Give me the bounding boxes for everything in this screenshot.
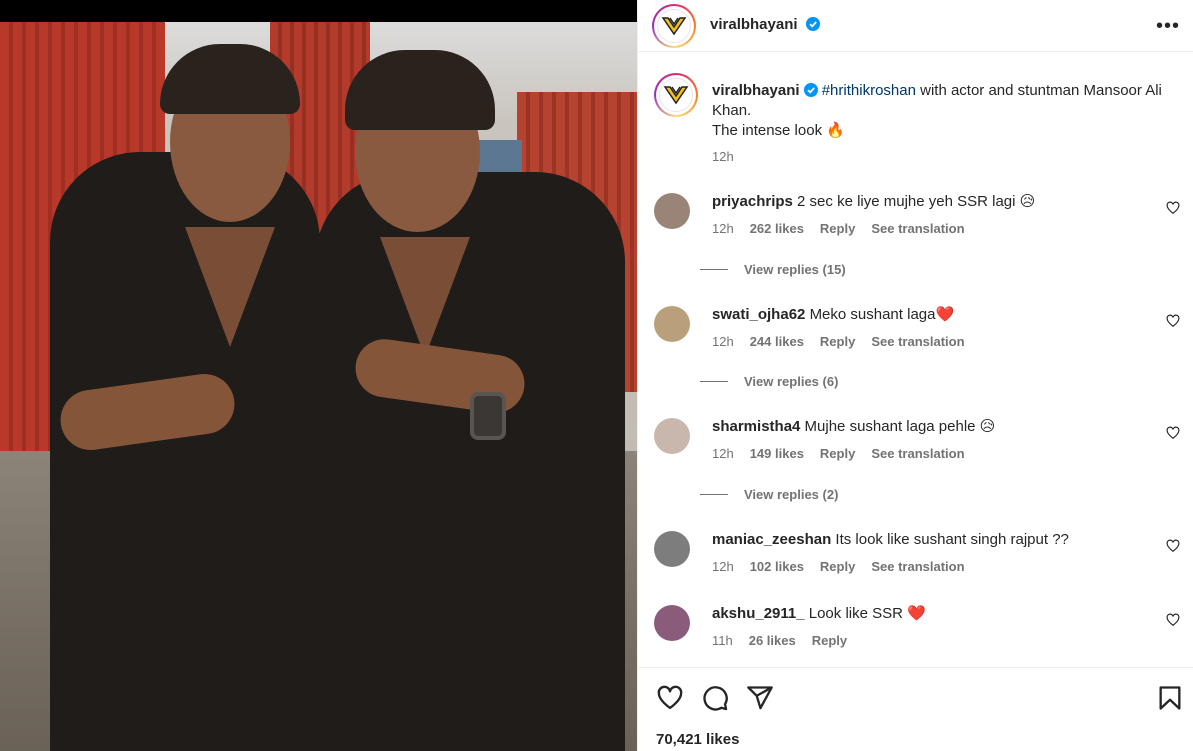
commenter-avatar[interactable] bbox=[654, 306, 690, 342]
replies-divider bbox=[700, 269, 728, 270]
caption-time: 12h bbox=[712, 149, 734, 164]
verified-badge-icon bbox=[806, 17, 820, 31]
post-actions-bar: 70,421 likes bbox=[638, 667, 1193, 751]
reply-button[interactable]: Reply bbox=[820, 334, 855, 349]
comment-item: akshu_2911_ Look like SSR ❤️ 11h 26 like… bbox=[654, 605, 1184, 665]
comment-text: Its look like sushant singh rajput ?? bbox=[835, 531, 1069, 548]
more-options-icon[interactable]: ••• bbox=[1156, 14, 1180, 38]
caption-username[interactable]: viralbhayani bbox=[712, 82, 800, 99]
comment-time: 12h bbox=[712, 446, 734, 461]
person-right-hair bbox=[345, 50, 495, 130]
likes-count[interactable]: 70,421 likes bbox=[656, 731, 739, 748]
view-replies-button[interactable]: View replies (2) bbox=[700, 487, 838, 502]
caption-avatar[interactable] bbox=[654, 73, 698, 117]
see-translation-button[interactable]: See translation bbox=[871, 559, 964, 574]
comment-item: sharmistha4 Mujhe sushant laga pehle 😥 1… bbox=[654, 418, 1184, 478]
commenter-avatar[interactable] bbox=[654, 531, 690, 567]
comments-list[interactable]: viralbhayani #hrithikroshan with actor a… bbox=[638, 53, 1193, 667]
post-header: viralbhayani ••• bbox=[638, 0, 1193, 52]
comment-item: priyachrips 2 sec ke liye mujhe yeh SSR … bbox=[654, 193, 1184, 253]
author-username[interactable]: viralbhayani bbox=[710, 16, 798, 33]
comment-time: 12h bbox=[712, 334, 734, 349]
view-replies-label[interactable]: View replies (15) bbox=[744, 262, 846, 277]
replies-divider bbox=[700, 381, 728, 382]
comment-likes[interactable]: 149 likes bbox=[750, 446, 804, 461]
view-replies-button[interactable]: View replies (6) bbox=[700, 374, 838, 389]
photo-scene bbox=[0, 22, 637, 751]
wrist-watch bbox=[470, 392, 506, 440]
comment-username[interactable]: swati_ojha62 bbox=[712, 306, 805, 323]
comment-text: Look like SSR ❤️ bbox=[808, 605, 926, 622]
comment-likes[interactable]: 262 likes bbox=[750, 221, 804, 236]
viral-logo-icon bbox=[657, 9, 691, 43]
viral-logo-icon bbox=[659, 78, 693, 112]
post-side-panel: viralbhayani ••• viralbhayani #hrithikro… bbox=[637, 0, 1193, 751]
comment-time: 12h bbox=[712, 221, 734, 236]
reply-button[interactable]: Reply bbox=[820, 221, 855, 236]
comment-text: 2 sec ke liye mujhe yeh SSR lagi 😥 bbox=[797, 193, 1036, 210]
reply-button[interactable]: Reply bbox=[820, 446, 855, 461]
comment-username[interactable]: akshu_2911_ bbox=[712, 605, 805, 622]
comment-item: swati_ojha62 Meko sushant laga❤️ 12h 244… bbox=[654, 306, 1184, 366]
comment-text: Meko sushant laga❤️ bbox=[809, 306, 955, 323]
comment-icon[interactable] bbox=[701, 684, 729, 712]
comment-username[interactable]: sharmistha4 bbox=[712, 418, 800, 435]
comment-likes[interactable]: 244 likes bbox=[750, 334, 804, 349]
comment-like-heart-icon[interactable] bbox=[1166, 613, 1180, 627]
comment-likes[interactable]: 26 likes bbox=[749, 633, 796, 648]
see-translation-button[interactable]: See translation bbox=[871, 446, 964, 461]
heart-icon[interactable] bbox=[656, 684, 684, 712]
comment-username[interactable]: priyachrips bbox=[712, 193, 793, 210]
bookmark-icon[interactable] bbox=[1156, 684, 1184, 712]
view-replies-label[interactable]: View replies (6) bbox=[744, 374, 838, 389]
reply-button[interactable]: Reply bbox=[812, 633, 847, 648]
reply-button[interactable]: Reply bbox=[820, 559, 855, 574]
verified-badge-icon bbox=[803, 83, 818, 97]
commenter-avatar[interactable] bbox=[654, 193, 690, 229]
comment-like-heart-icon[interactable] bbox=[1166, 426, 1180, 440]
comment-time: 12h bbox=[712, 559, 734, 574]
person-right-body bbox=[315, 172, 625, 751]
replies-divider bbox=[700, 494, 728, 495]
post-image[interactable] bbox=[0, 0, 637, 751]
comment-like-heart-icon[interactable] bbox=[1166, 539, 1180, 553]
commenter-avatar[interactable] bbox=[654, 605, 690, 641]
caption-hashtag[interactable]: #hrithikroshan bbox=[822, 82, 916, 99]
view-replies-button[interactable]: View replies (15) bbox=[700, 262, 846, 277]
view-replies-label[interactable]: View replies (2) bbox=[744, 487, 838, 502]
person-left-body bbox=[50, 152, 320, 751]
comment-username[interactable]: maniac_zeeshan bbox=[712, 531, 831, 548]
see-translation-button[interactable]: See translation bbox=[871, 221, 964, 236]
comment-likes[interactable]: 102 likes bbox=[750, 559, 804, 574]
comment-text: Mujhe sushant laga pehle 😥 bbox=[804, 418, 996, 435]
comment-like-heart-icon[interactable] bbox=[1166, 314, 1180, 328]
commenter-avatar[interactable] bbox=[654, 418, 690, 454]
caption-text: viralbhayani #hrithikroshan with actor a… bbox=[712, 81, 1172, 141]
see-translation-button[interactable]: See translation bbox=[871, 334, 964, 349]
comment-like-heart-icon[interactable] bbox=[1166, 201, 1180, 215]
caption-line2: The intense look 🔥 bbox=[712, 122, 845, 139]
author-avatar[interactable] bbox=[652, 4, 696, 48]
comment-item: maniac_zeeshan Its look like sushant sin… bbox=[654, 531, 1184, 591]
share-icon[interactable] bbox=[746, 684, 774, 712]
comment-time: 11h bbox=[712, 633, 733, 648]
